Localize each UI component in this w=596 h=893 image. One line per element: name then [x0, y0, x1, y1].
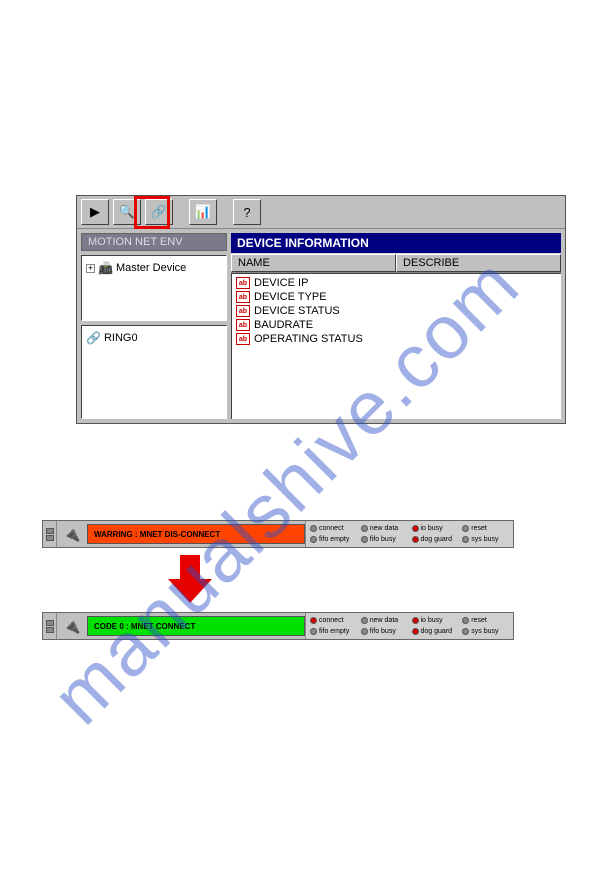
tree-root-item[interactable]: + 📠 Master Device — [86, 260, 222, 276]
device-info-header: NAME DESCRIBE — [231, 253, 561, 273]
ab-icon: ab — [236, 291, 250, 303]
tree-root-label: Master Device — [116, 262, 186, 274]
arrow-down-icon — [168, 555, 212, 603]
expand-icon[interactable]: + — [86, 264, 95, 273]
statusbar-handle — [43, 521, 57, 547]
list-item[interactable]: ab DEVICE TYPE — [234, 290, 559, 304]
right-pane: DEVICE INFORMATION NAME DESCRIBE ab DEVI… — [231, 233, 561, 419]
ring-label: RING0 — [104, 332, 138, 344]
col-describe[interactable]: DESCRIBE — [396, 254, 561, 272]
list-item[interactable]: ab OPERATING STATUS — [234, 332, 559, 346]
led-reset: reset — [462, 617, 509, 624]
led-fifoempty: fifo empty — [310, 536, 357, 543]
list-item[interactable]: ab DEVICE IP — [234, 276, 559, 290]
led-sysbusy: sys busy — [462, 628, 509, 635]
led-newdata: new data — [361, 525, 408, 532]
connection-icon: 🔌 — [57, 613, 87, 639]
statusbar-handle — [43, 613, 57, 639]
prop-label: DEVICE IP — [254, 277, 308, 289]
prop-label: DEVICE STATUS — [254, 305, 340, 317]
left-pane: MOTION NET ENV + 📠 Master Device 🔗 RING0 — [81, 233, 227, 419]
ring-box: 🔗 RING0 — [81, 325, 227, 419]
led-newdata: new data — [361, 617, 408, 624]
prop-label: OPERATING STATUS — [254, 333, 363, 345]
toolbar: ▶ 🔍 🔗 📊 ? — [77, 196, 565, 229]
config-icon[interactable]: 📊 — [189, 199, 217, 225]
status-message: WARRING : MNET DIS-CONNECT — [87, 524, 305, 544]
led-fifoempty: fifo empty — [310, 628, 357, 635]
led-reset: reset — [462, 525, 509, 532]
run-icon[interactable]: ▶ — [81, 199, 109, 225]
device-info-title: DEVICE INFORMATION — [231, 233, 561, 253]
status-message: CODE 0 : MNET CONNECT — [87, 616, 305, 636]
app-window: ▶ 🔍 🔗 📊 ? MOTION NET ENV + 📠 Master Devi… — [76, 195, 566, 424]
ab-icon: ab — [236, 333, 250, 345]
device-info-list: ab DEVICE IP ab DEVICE TYPE ab DEVICE ST… — [231, 273, 561, 419]
help-icon[interactable]: ? — [233, 199, 261, 225]
list-item[interactable]: ab DEVICE STATUS — [234, 304, 559, 318]
zoom-icon[interactable]: 🔍 — [113, 199, 141, 225]
status-bar-after: 🔌 CODE 0 : MNET CONNECT connect new data… — [42, 612, 514, 640]
device-icon: 📠 — [98, 261, 113, 275]
tree-box: + 📠 Master Device — [81, 255, 227, 321]
prop-label: DEVICE TYPE — [254, 291, 327, 303]
status-led-grid: connect new data io busy reset fifo empt… — [305, 613, 513, 639]
ab-icon: ab — [236, 277, 250, 289]
app-body: MOTION NET ENV + 📠 Master Device 🔗 RING0… — [77, 229, 565, 423]
ab-icon: ab — [236, 305, 250, 317]
led-connect: connect — [310, 617, 357, 624]
tree-panel-title: MOTION NET ENV — [81, 233, 227, 251]
connection-icon: 🔌 — [57, 521, 87, 547]
ring-icon: 🔗 — [86, 331, 101, 345]
status-led-grid: connect new data io busy reset fifo empt… — [305, 521, 513, 547]
ring-item[interactable]: 🔗 RING0 — [86, 330, 222, 346]
led-dogguard: dog guard — [412, 536, 459, 543]
col-name[interactable]: NAME — [231, 254, 396, 272]
led-connect: connect — [310, 525, 357, 532]
led-sysbusy: sys busy — [462, 536, 509, 543]
prop-label: BAUDRATE — [254, 319, 313, 331]
connect-icon[interactable]: 🔗 — [145, 199, 173, 225]
ab-icon: ab — [236, 319, 250, 331]
led-fifobusy: fifo busy — [361, 536, 408, 543]
list-item[interactable]: ab BAUDRATE — [234, 318, 559, 332]
led-dogguard: dog guard — [412, 628, 459, 635]
led-iobusy: io busy — [412, 617, 459, 624]
status-bar-before: 🔌 WARRING : MNET DIS-CONNECT connect new… — [42, 520, 514, 548]
led-fifobusy: fifo busy — [361, 628, 408, 635]
led-iobusy: io busy — [412, 525, 459, 532]
